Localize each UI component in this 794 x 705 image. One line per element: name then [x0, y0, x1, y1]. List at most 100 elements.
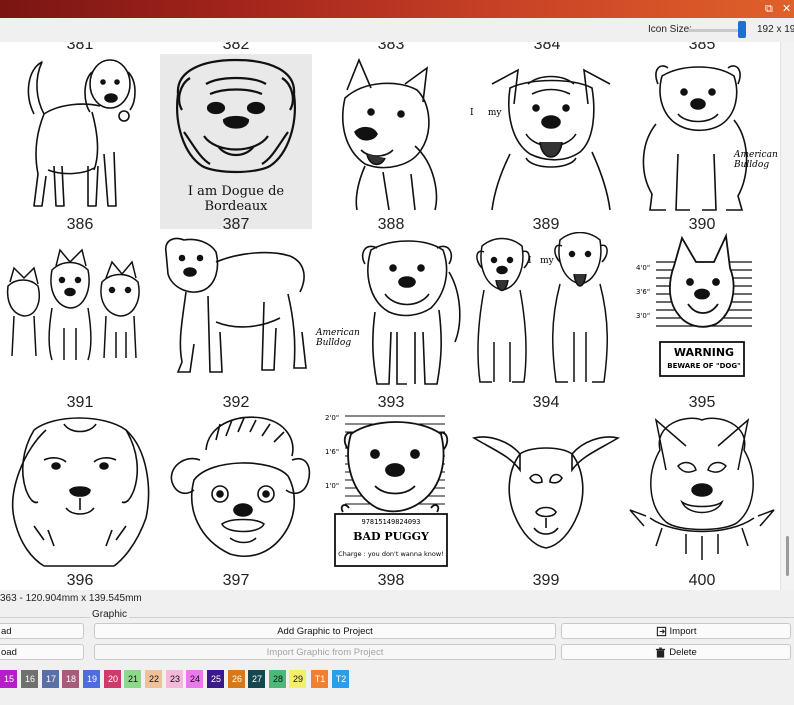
left-button-bottom-label: oad — [1, 646, 17, 658]
graphic-caption-text: BAD PUGGY — [353, 530, 429, 543]
swatch-label: 22 — [148, 674, 159, 684]
graphic-number: 382 — [222, 42, 250, 53]
swatch-label: 27 — [251, 674, 262, 684]
graphic-tile-395[interactable]: 4'0" 3'6" 3'0" WARNING BEWARE OF "DOG" 3… — [626, 232, 778, 411]
layer-color-swatch-24[interactable]: 24 — [186, 670, 204, 688]
graphic-tile-390[interactable]: American Bulldog 390 — [626, 54, 778, 233]
graphic-number: 400 — [688, 572, 716, 589]
scrollbar-thumb[interactable] — [786, 536, 789, 576]
icon-size-label: Icon Size: — [648, 24, 692, 35]
layer-color-swatch-22[interactable]: 22 — [145, 670, 163, 688]
graphic-tile-396[interactable]: 396 — [4, 410, 156, 589]
import-icon — [656, 626, 666, 636]
graphic-tile-392[interactable]: American Bulldog 392 — [160, 232, 360, 411]
graphic-number: 398 — [377, 572, 405, 589]
swatch-label: 15 — [3, 674, 14, 684]
layer-color-swatch-27[interactable]: 27 — [248, 670, 266, 688]
swatch-label: 25 — [210, 674, 221, 684]
graphics-gallery[interactable]: 381 382 383 384 385 386 I am Dogue de Bo… — [0, 42, 780, 590]
height-marker: 3'0" — [636, 312, 651, 320]
graphic-caption-text: WARNING — [673, 346, 735, 359]
swatch-label: 28 — [272, 674, 283, 684]
bad-puggy-mugshot-illustration — [334, 415, 449, 567]
swatch-label: 19 — [86, 674, 97, 684]
layer-color-swatch-T2[interactable]: T2 — [332, 670, 350, 688]
graphic-number: 396 — [66, 572, 94, 589]
layer-color-swatch-23[interactable]: 23 — [166, 670, 184, 688]
graphic-tile-399[interactable]: 399 — [470, 410, 622, 589]
left-button-top[interactable]: ad — [0, 623, 84, 639]
icon-size-slider-thumb[interactable] — [738, 21, 746, 38]
graphic-tile-400[interactable]: 400 — [626, 410, 778, 589]
layer-color-swatch-16[interactable]: 16 — [21, 670, 39, 688]
layer-color-swatch-26[interactable]: 26 — [228, 670, 246, 688]
icon-size-toolbar: Icon Size: 192 x 192 — [0, 18, 794, 42]
close-icon[interactable]: ✕ — [782, 2, 791, 15]
delete-label: Delete — [669, 646, 697, 658]
gallery-scrollbar[interactable] — [780, 42, 794, 590]
layer-color-swatch-T1[interactable]: T1 — [311, 670, 329, 688]
pug-with-hair-illustration — [170, 416, 311, 557]
left-button-top-label: ad — [1, 625, 12, 637]
graphic-tile-393[interactable]: 393 — [315, 232, 467, 411]
layer-color-swatch-21[interactable]: 21 — [124, 670, 142, 688]
graphic-tile-391[interactable]: 391 — [4, 232, 156, 411]
graphic-tile-388[interactable]: 388 — [315, 54, 467, 233]
layer-color-swatch-18[interactable]: 18 — [62, 670, 80, 688]
swatch-label: 18 — [65, 674, 76, 684]
height-marker: 2'0" — [325, 414, 340, 422]
spiked-collar-pit-bull-illustration — [629, 417, 775, 560]
graphic-tile-387[interactable]: I am Dogue de Bordeaux 387 — [160, 54, 312, 233]
swatch-label: 24 — [189, 674, 200, 684]
add-graphic-label: Add Graphic to Project — [277, 625, 373, 637]
swatch-label: 29 — [292, 674, 303, 684]
window-title-bar: ⧉ ✕ — [0, 0, 794, 18]
swatch-label: T2 — [335, 674, 347, 684]
swatch-label: 26 — [231, 674, 242, 684]
layer-color-swatch-19[interactable]: 19 — [83, 670, 101, 688]
icon-size-slider[interactable] — [688, 29, 744, 32]
beagle-illustration — [27, 59, 136, 207]
restore-icon[interactable]: ⧉ — [765, 2, 773, 16]
graphic-tile-397[interactable]: 397 — [160, 410, 312, 589]
graphic-number: 399 — [532, 572, 560, 589]
layer-color-swatch-25[interactable]: 25 — [207, 670, 225, 688]
layer-color-swatch-15[interactable]: 15 — [0, 670, 18, 688]
trash-icon — [656, 647, 666, 658]
pit-bull-outline-illustration — [471, 436, 621, 549]
delete-button[interactable]: Delete — [561, 644, 791, 660]
height-marker: 3'6" — [636, 288, 651, 296]
graphic-tile-394[interactable]: I my 394 — [470, 232, 622, 411]
graphic-caption-text: 97815149824093 — [361, 518, 421, 526]
graphic-caption-text: BEWARE OF "DOG" — [667, 362, 741, 370]
swatch-label: 16 — [24, 674, 35, 684]
graphic-size-status: 363 - 120.904mm x 139.545mm — [0, 593, 142, 604]
graphic-number: 397 — [222, 572, 250, 589]
graphic-tile-386[interactable]: 386 — [4, 54, 156, 233]
import-button[interactable]: Import — [561, 623, 791, 639]
left-button-bottom[interactable]: oad — [0, 644, 84, 660]
import-graphic-from-project-button[interactable]: Import Graphic from Project — [94, 644, 556, 660]
height-marker: 1'0" — [325, 482, 340, 490]
graphic-tile-398[interactable]: 2'0" 1'6" 1'0" 97815149824093 BAD PUGGY … — [315, 410, 467, 589]
graphic-group-label: Graphic — [90, 609, 130, 620]
staffy-illustration — [491, 68, 611, 211]
graphic-number: 383 — [377, 42, 405, 53]
graphic-caption-text: I am Dogue de Bordeaux — [187, 184, 285, 214]
golden-retriever-illustration — [12, 417, 150, 567]
american-bulldog-sitting-illustration — [642, 65, 748, 211]
american-bulldog-standing-illustration — [164, 237, 307, 373]
height-marker: 4'0" — [636, 264, 651, 272]
layer-color-swatch-28[interactable]: 28 — [269, 670, 287, 688]
graphic-tile-389[interactable]: I my 389 — [470, 54, 622, 233]
swatch-label: 21 — [127, 674, 138, 684]
layer-color-swatch-17[interactable]: 17 — [42, 670, 60, 688]
import-label: Import — [669, 625, 697, 637]
graphic-number: 381 — [66, 42, 94, 53]
french-bulldogs-illustration — [6, 248, 140, 361]
graphic-number: 384 — [533, 42, 561, 53]
import-from-project-label: Import Graphic from Project — [266, 646, 384, 658]
add-graphic-to-project-button[interactable]: Add Graphic to Project — [94, 623, 556, 639]
layer-color-swatch-29[interactable]: 29 — [289, 670, 307, 688]
layer-color-swatch-20[interactable]: 20 — [104, 670, 122, 688]
